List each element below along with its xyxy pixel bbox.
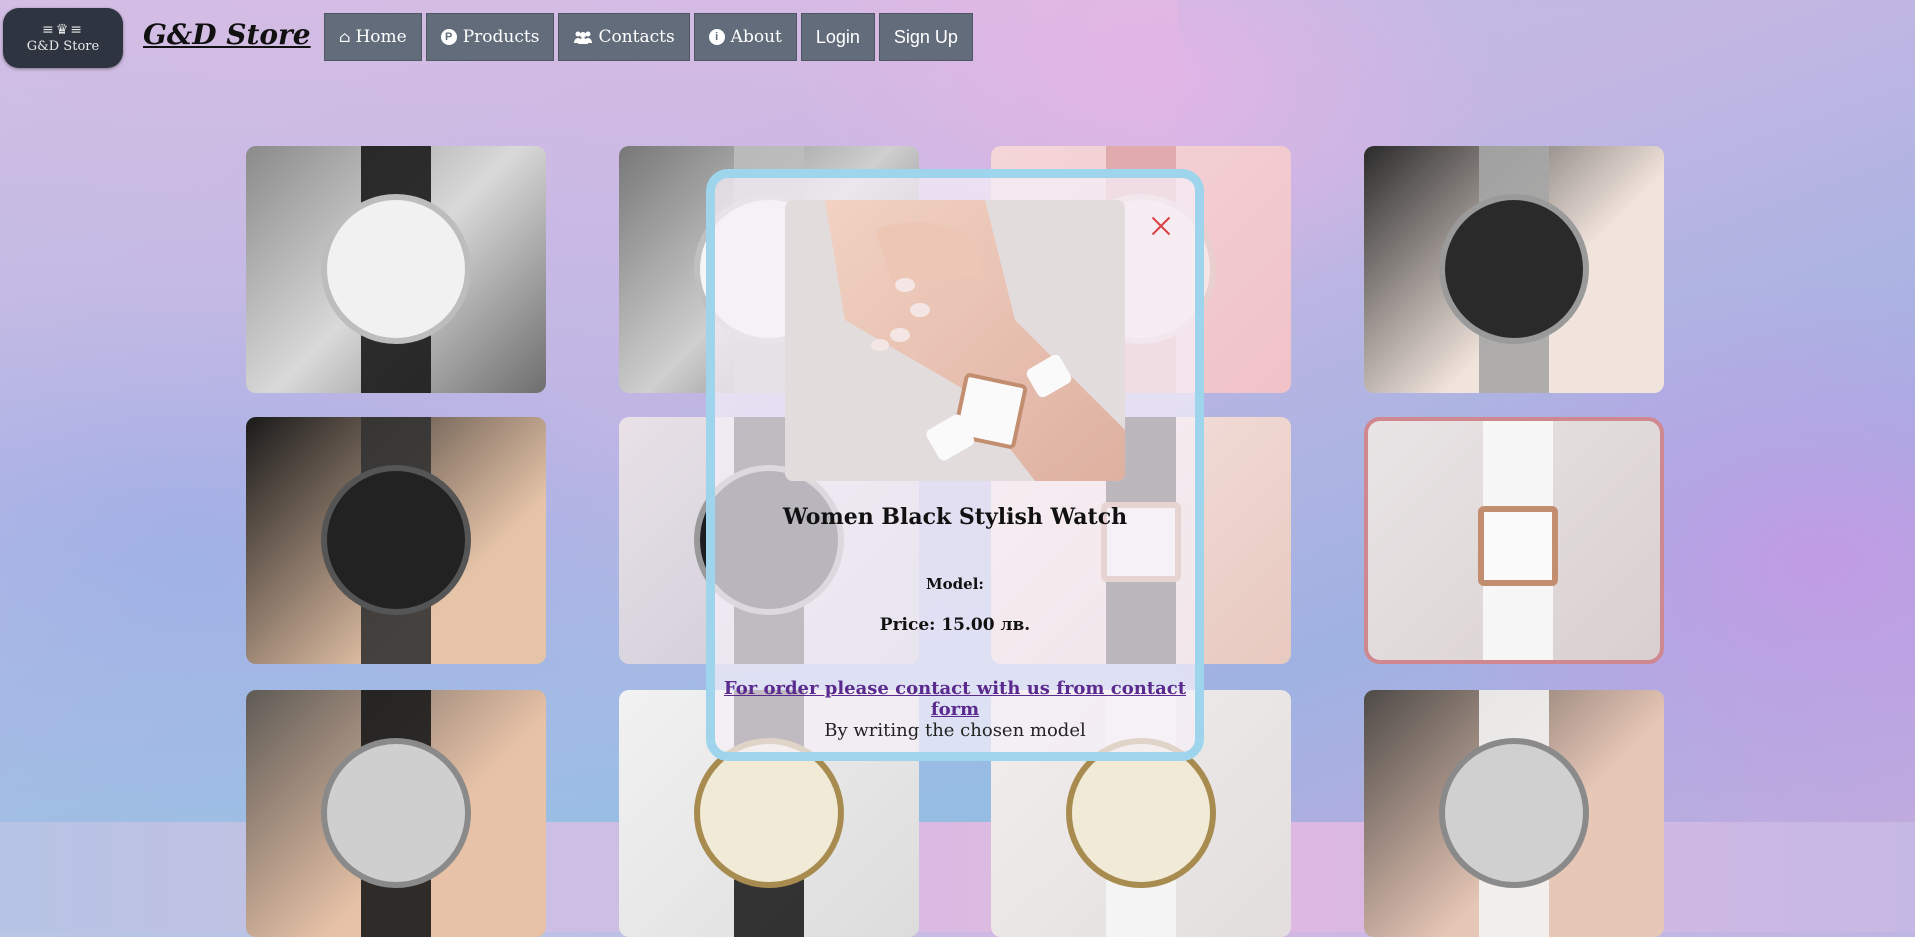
nav-products-label: Products: [462, 27, 540, 47]
modal-note: By writing the chosen model: [824, 720, 1086, 741]
modal-model-label: Model:: [926, 575, 984, 593]
product-card[interactable]: [1364, 146, 1664, 393]
product-card[interactable]: [246, 690, 546, 937]
nav-contacts[interactable]: Contacts: [558, 13, 690, 61]
modal-title: Women Black Stylish Watch: [782, 504, 1128, 530]
product-modal: Women Black Stylish Watch Model: Price: …: [706, 169, 1204, 761]
crown-icon: ≡♛≡: [41, 21, 84, 38]
watch-face: [1439, 738, 1589, 888]
product-card[interactable]: [246, 417, 546, 664]
product-card[interactable]: [1364, 417, 1664, 664]
watch-face: [321, 194, 471, 344]
watch-face: [321, 465, 471, 615]
home-icon: ⌂: [339, 28, 351, 46]
watch-face: [321, 738, 471, 888]
nav-signup[interactable]: Sign Up: [878, 13, 973, 61]
main-nav: ⌂ Home P Products Contacts i About Login…: [324, 13, 973, 61]
nav-products[interactable]: P Products: [425, 13, 555, 61]
watch-face: [1478, 506, 1558, 586]
nav-contacts-label: Contacts: [598, 27, 675, 47]
watch-face: [1439, 194, 1589, 344]
nav-home[interactable]: ⌂ Home: [324, 13, 422, 61]
order-contact-link[interactable]: For order please contact with us from co…: [715, 678, 1195, 720]
nav-login[interactable]: Login: [800, 13, 875, 61]
close-icon[interactable]: [1147, 212, 1175, 240]
info-icon: i: [708, 29, 725, 45]
contacts-icon: [574, 31, 593, 44]
site-title[interactable]: G&D Store: [143, 18, 311, 51]
products-icon: P: [440, 29, 457, 45]
nav-about-label: About: [730, 27, 782, 47]
modal-product-image: [785, 200, 1125, 481]
modal-price: Price: 15.00 лв.: [879, 615, 1031, 635]
nav-about[interactable]: i About: [693, 13, 797, 61]
product-card[interactable]: [1364, 690, 1664, 937]
nav-signup-label: Sign Up: [893, 26, 958, 47]
nav-home-label: Home: [355, 27, 407, 47]
logo-text: G&D Store: [26, 38, 100, 54]
nav-login-label: Login: [815, 26, 860, 47]
store-logo[interactable]: ≡♛≡ G&D Store: [3, 8, 123, 68]
product-card[interactable]: [246, 146, 546, 393]
